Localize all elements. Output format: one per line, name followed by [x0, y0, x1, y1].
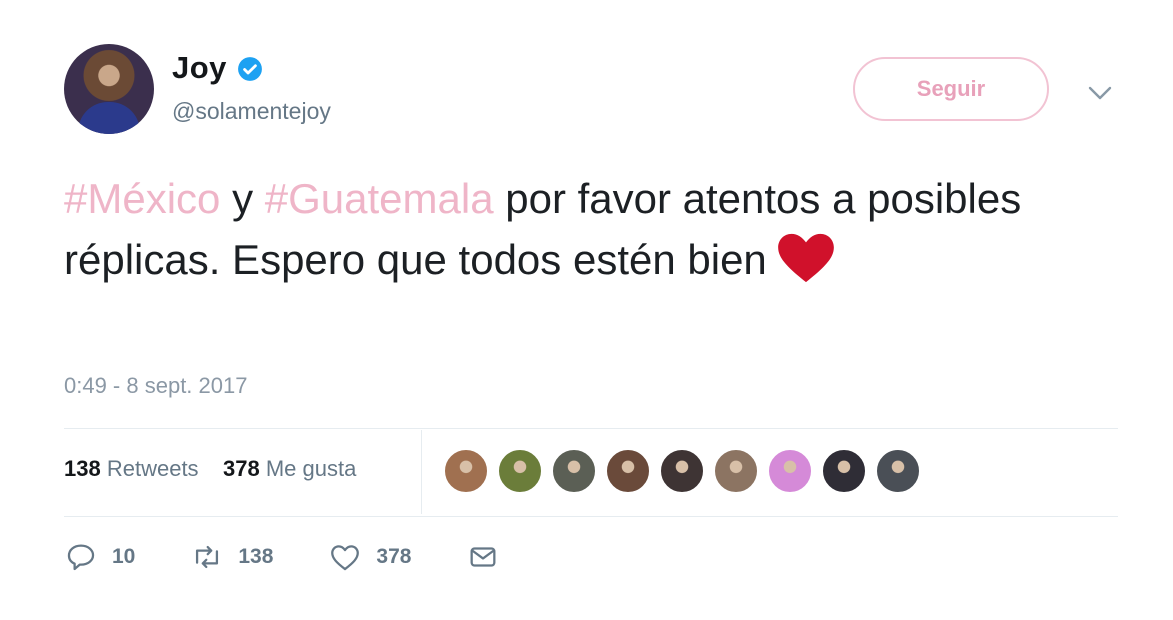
liker-avatar[interactable]	[605, 448, 651, 494]
divider-top	[64, 428, 1118, 429]
liker-avatar[interactable]	[443, 448, 489, 494]
tweet-text: #México y #Guatemala por favor atentos a…	[64, 168, 1064, 290]
reply-button[interactable]: 10	[64, 540, 135, 574]
envelope-icon	[470, 547, 496, 567]
tweet-connector-text: y	[220, 175, 265, 222]
retweet-icon	[196, 545, 219, 569]
user-handle[interactable]: @solamentejoy	[172, 98, 331, 125]
display-name[interactable]: Joy	[172, 50, 227, 86]
tweet-stats: 138 Retweets 378 Me gusta	[64, 456, 356, 482]
heart-outline-icon	[331, 545, 360, 571]
liker-avatar[interactable]	[767, 448, 813, 494]
liker-avatar[interactable]	[821, 448, 867, 494]
like-button[interactable]: 378	[328, 540, 411, 574]
reply-icon	[67, 544, 95, 571]
retweet-button[interactable]: 138	[190, 540, 273, 574]
tweet-timestamp[interactable]: 0:49 - 8 sept. 2017	[64, 373, 247, 399]
likers-avatar-row	[443, 448, 921, 494]
verified-badge-icon	[238, 57, 262, 81]
stats-separator	[421, 430, 422, 514]
direct-message-button[interactable]	[466, 540, 500, 574]
chevron-down-icon[interactable]	[1085, 80, 1115, 106]
retweets-stat[interactable]: 138 Retweets	[64, 456, 199, 481]
avatar[interactable]	[64, 44, 154, 134]
retweets-count: 138	[64, 456, 101, 481]
liker-avatar[interactable]	[713, 448, 759, 494]
reply-count: 10	[112, 545, 136, 568]
like-count: 378	[376, 545, 412, 568]
retweets-label: Retweets	[106, 456, 199, 481]
likes-label: Me gusta	[265, 456, 357, 481]
retweet-count: 138	[238, 545, 274, 568]
tweet-actions: 10 138 378	[64, 540, 555, 574]
follow-button[interactable]: Seguir	[853, 57, 1049, 121]
liker-avatar[interactable]	[875, 448, 921, 494]
red-heart-emoji-icon	[777, 233, 834, 283]
likes-count: 378	[223, 456, 260, 481]
liker-avatar[interactable]	[551, 448, 597, 494]
divider-bottom	[64, 516, 1118, 517]
likes-stat[interactable]: 378 Me gusta	[223, 456, 356, 481]
liker-avatar[interactable]	[659, 448, 705, 494]
hashtag-link-guatemala[interactable]: #Guatemala	[265, 175, 494, 222]
liker-avatar[interactable]	[497, 448, 543, 494]
hashtag-link-mexico[interactable]: #México	[64, 175, 220, 222]
